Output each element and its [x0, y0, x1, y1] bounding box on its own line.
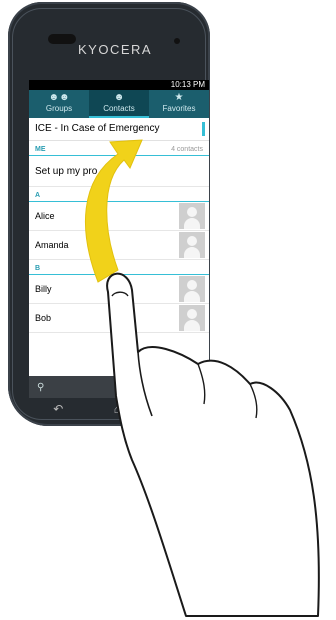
gesture-overlay: [84, 139, 320, 617]
hand-icon: [106, 272, 320, 617]
swipe-arrow-icon: [84, 139, 143, 283]
